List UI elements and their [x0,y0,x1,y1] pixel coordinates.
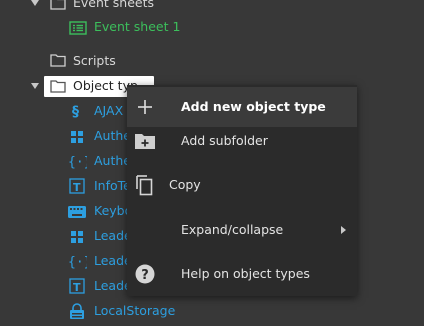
brackets-icon: {·} [67,153,87,169]
event-sheet-icon [69,20,87,42]
help-icon: ? [135,264,155,284]
svg-text:?: ? [141,268,149,283]
menu-item-label: Help on object types [181,266,310,281]
tree-item-event-sheet-1[interactable]: Event sheet 1 [0,16,424,38]
tree-item-label: AJAX [94,103,124,118]
tree-item-label: Event sheet 1 [94,19,181,34]
keyboard-icon [67,205,87,219]
tree-item-scripts[interactable]: Scripts [0,50,424,72]
tree-item-label: Authe [94,128,131,143]
menu-item-help-on-object-types[interactable]: ? Help on object types [127,254,357,294]
expand-arrow-icon[interactable] [31,83,39,89]
text-icon: T [69,278,85,294]
folder-add-icon [134,132,156,150]
menu-item-label: Copy [169,177,201,192]
tree-item-event-sheets[interactable]: Event sheets [0,0,424,14]
submenu-arrow-icon [341,226,346,234]
text-icon: T [69,178,85,194]
tree-item-object[interactable]: LocalStorage [0,300,424,322]
context-menu: Add new object type Add subfolder Copy E… [127,85,357,296]
svg-text:{·}: {·} [68,255,87,269]
tree-item-label: Authe [94,153,131,168]
folder-icon [50,53,66,67]
menu-item-copy[interactable]: Copy [127,165,357,205]
tree-item-label: InfoTe [94,178,131,193]
plugin-icon [69,129,85,145]
copy-icon [134,174,154,196]
localstorage-icon [68,303,86,321]
svg-text:T: T [73,281,81,294]
tree-item-label: LocalStorage [94,303,176,318]
ajax-icon: § [69,103,85,119]
menu-item-add-subfolder[interactable]: Add subfolder [127,121,357,161]
tree-item-label: Scripts [73,53,116,68]
grid-icon [69,229,85,245]
svg-text:T: T [73,181,81,194]
menu-item-label: Expand/collapse [181,222,284,237]
folder-icon [50,0,66,10]
svg-text:{·}: {·} [68,155,87,169]
menu-item-expand-collapse[interactable]: Expand/collapse [127,210,357,250]
plus-icon [137,99,153,115]
brackets-icon: {·} [67,253,87,269]
expand-arrow-icon[interactable] [31,0,39,6]
menu-item-label: Add subfolder [181,133,268,148]
folder-icon [50,79,66,93]
svg-text:§: § [72,104,79,119]
tree-item-label: Event sheets [73,0,155,10]
